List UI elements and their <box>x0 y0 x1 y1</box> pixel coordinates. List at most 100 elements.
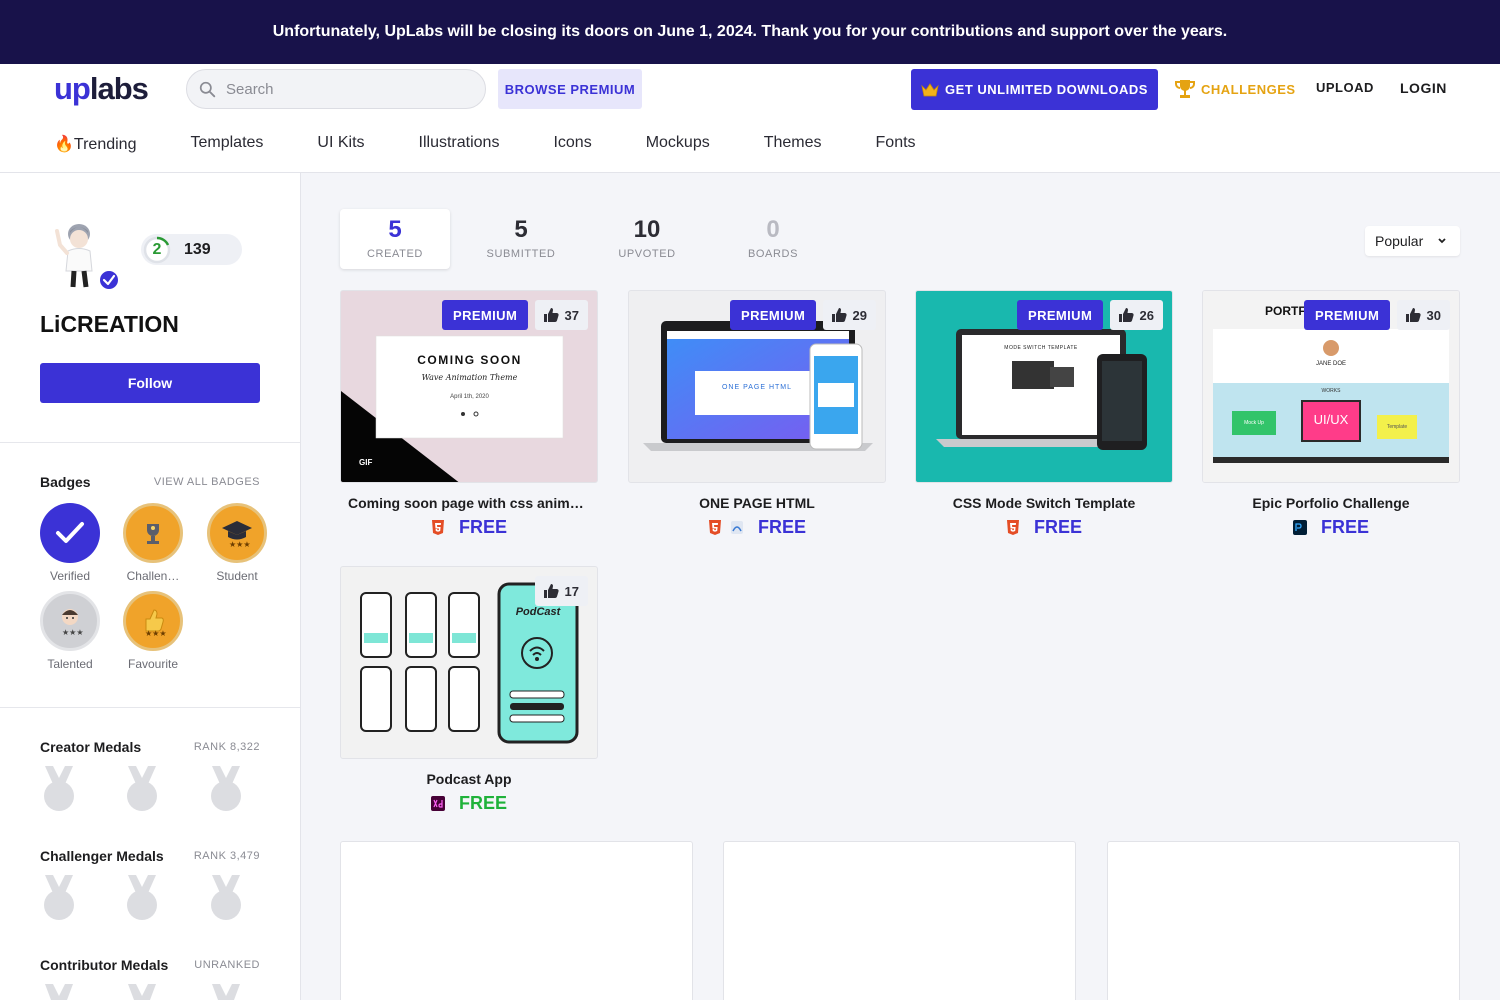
search-input[interactable] <box>226 80 456 98</box>
nav-ui-kits[interactable]: UI Kits <box>317 134 364 154</box>
card-placeholder <box>723 841 1076 1000</box>
card-title[interactable]: ONE PAGE HTML <box>628 495 886 511</box>
card-placeholder <box>340 841 693 1000</box>
design-card[interactable]: PORTF JANE DOE WORKS UI/UX Mock Up Templ… <box>1202 290 1460 538</box>
tab-label: SUBMITTED <box>486 248 556 260</box>
follow-button[interactable]: Follow <box>40 363 260 403</box>
svg-text:★★★: ★★★ <box>62 628 84 637</box>
medal-icon <box>41 984 77 1000</box>
badge-label: Favourite <box>127 657 179 671</box>
medal-icon <box>41 875 77 923</box>
chevron-down-icon <box>1438 238 1446 244</box>
badge-challenger[interactable]: Challen… <box>123 503 183 583</box>
uplabs-logo[interactable]: uplabs <box>54 71 149 106</box>
level-ring-icon: 2 <box>142 235 172 265</box>
avatar-illustration <box>55 224 120 291</box>
challenges-link[interactable]: CHALLENGES <box>1175 77 1296 101</box>
nav-illustrations[interactable]: Illustrations <box>419 134 500 154</box>
thumb-title: PodCast <box>515 606 561 618</box>
thumb-title: ONE PAGE HTML <box>721 384 793 391</box>
tab-submitted[interactable]: 5 SUBMITTED <box>466 209 576 269</box>
tab-count: 5 <box>514 216 528 243</box>
tab-upvoted[interactable]: 10 UPVOTED <box>592 209 702 269</box>
card-thumbnail[interactable]: ONE PAGE HTML PREMIUM 29 <box>628 290 886 483</box>
contributor-rank: UNRANKED <box>194 959 260 971</box>
nav-templates[interactable]: Templates <box>190 134 263 154</box>
card-thumbnail[interactable]: PodCast 17 <box>340 566 598 759</box>
badge-talented[interactable]: ★★★ Talented <box>40 591 100 671</box>
like-button[interactable]: 17 <box>534 576 588 606</box>
profile-tabs: 5 CREATED 5 SUBMITTED 10 UPVOTED 0 BOARD… <box>340 209 844 269</box>
nav-themes[interactable]: Themes <box>764 134 822 154</box>
badge-favourite[interactable]: ★★★ Favourite <box>123 591 183 671</box>
closing-announcement-banner: Unfortunately, UpLabs will be closing it… <box>0 0 1500 64</box>
medal-icon <box>208 766 244 814</box>
contributor-medals-title: Contributor Medals <box>40 957 169 973</box>
get-unlimited-downloads-button[interactable]: GET UNLIMITED DOWNLOADS <box>911 69 1158 110</box>
tab-boards[interactable]: 0 BOARDS <box>718 209 828 269</box>
like-button[interactable]: 26 <box>1109 300 1163 330</box>
medal-icon <box>124 766 160 814</box>
medal-icon <box>124 984 160 1000</box>
creator-rank: RANK 8,322 <box>193 741 260 753</box>
login-link[interactable]: LOGIN <box>1400 80 1447 96</box>
thumb-subtitle: Wave Animation Theme <box>421 373 518 382</box>
like-button[interactable]: 29 <box>822 300 876 330</box>
design-card[interactable]: MODE SWITCH TEMPLATE PREMIUM 26 CSS Mode… <box>915 290 1173 538</box>
unlimited-label: GET UNLIMITED DOWNLOADS <box>945 82 1148 97</box>
card-title[interactable]: Podcast App <box>340 771 598 787</box>
card-thumbnail[interactable]: COMING SOON Wave Animation Theme April 1… <box>340 290 598 483</box>
nav-fonts[interactable]: Fonts <box>876 134 916 154</box>
level-number: 2 <box>152 240 162 258</box>
username: LiCREATION <box>40 311 179 337</box>
nav-trending[interactable]: 🔥Trending <box>54 134 136 154</box>
thumbs-up-icon <box>543 308 559 322</box>
card-title[interactable]: CSS Mode Switch Template <box>915 495 1173 511</box>
medal-icon <box>208 984 244 1000</box>
card-thumbnail[interactable]: PORTF JANE DOE WORKS UI/UX Mock Up Templ… <box>1202 290 1460 483</box>
browse-premium-button[interactable]: BROWSE PREMIUM <box>498 69 642 109</box>
tab-created[interactable]: 5 CREATED <box>340 209 450 269</box>
points-count: 139 <box>184 240 211 258</box>
challenger-rank: RANK 3,479 <box>193 850 260 862</box>
tab-count: 0 <box>766 216 780 243</box>
trophy-icon <box>123 503 183 563</box>
thumb-title: PORTF <box>1265 304 1306 318</box>
design-card[interactable]: ONE PAGE HTML PREMIUM 29 ONE PAGE HTML F… <box>628 290 886 538</box>
card-price: FREE <box>915 517 1173 538</box>
premium-badge: PREMIUM <box>1017 300 1104 330</box>
logo-labs: labs <box>89 71 149 106</box>
view-all-badges-link[interactable]: VIEW ALL BADGES <box>154 476 260 488</box>
avatar[interactable] <box>48 219 122 293</box>
badge-verified[interactable]: Verified <box>40 503 100 583</box>
card-title[interactable]: Coming soon page with css animati… <box>340 495 598 511</box>
html5-icon <box>431 520 444 535</box>
thumb-title: MODE SWITCH TEMPLATE <box>1004 345 1078 351</box>
card-price: FREE <box>628 517 886 538</box>
badge-student[interactable]: ★★★ Student <box>207 503 267 583</box>
adobe-xd-icon <box>430 796 445 811</box>
check-icon <box>40 503 100 563</box>
design-card[interactable]: PodCast 17 Podcast App FREE <box>340 566 598 814</box>
badge-label: Verified <box>49 569 91 583</box>
price-label: FREE <box>458 517 507 537</box>
like-count: 30 <box>1426 307 1441 323</box>
card-title[interactable]: Epic Porfolio Challenge <box>1202 495 1460 511</box>
upload-link[interactable]: UPLOAD <box>1316 80 1374 95</box>
sort-dropdown[interactable]: Popular <box>1365 226 1460 256</box>
card-thumbnail[interactable]: MODE SWITCH TEMPLATE PREMIUM 26 <box>915 290 1173 483</box>
nav-mockups[interactable]: Mockups <box>646 134 710 154</box>
like-button[interactable]: 30 <box>1396 300 1450 330</box>
thumbs-up-icon: ★★★ <box>123 591 183 651</box>
gif-tag: GIF <box>359 458 373 467</box>
like-button[interactable]: 37 <box>534 300 588 330</box>
card-placeholder <box>1107 841 1460 1000</box>
html5-icon <box>1006 520 1019 535</box>
creator-medals-title: Creator Medals <box>40 739 142 755</box>
search-box[interactable] <box>186 69 486 109</box>
nav-icons[interactable]: Icons <box>553 134 591 154</box>
svg-text:★★★: ★★★ <box>145 629 167 637</box>
graduation-cap-icon: ★★★ <box>207 503 267 563</box>
design-card[interactable]: COMING SOON Wave Animation Theme April 1… <box>340 290 598 538</box>
site-header: uplabs BROWSE PREMIUM GET UNLIMITED DOWN… <box>0 64 1500 173</box>
